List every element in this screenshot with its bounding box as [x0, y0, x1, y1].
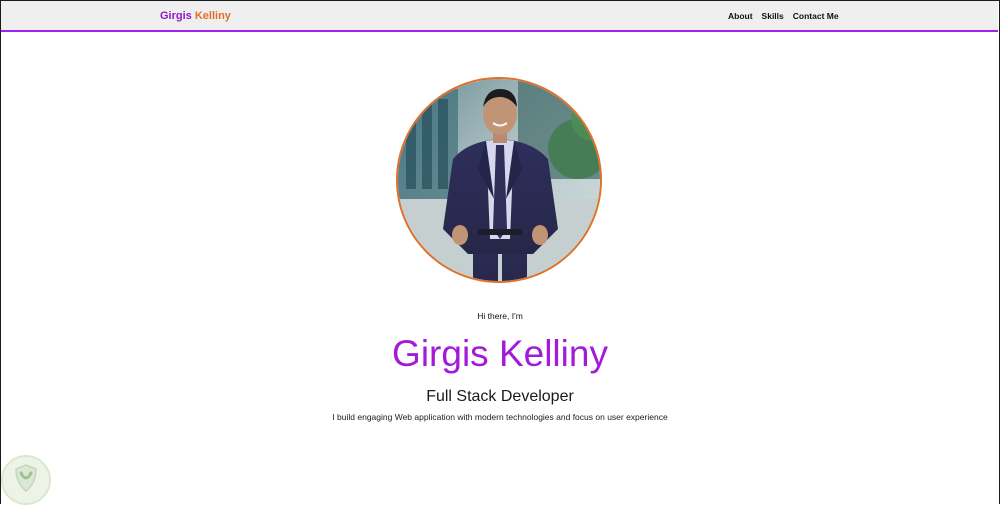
hero-role: Full Stack Developer: [426, 388, 574, 405]
hero-greeting: Hi there, I'm: [477, 311, 523, 321]
nav-link-skills[interactable]: Skills: [762, 11, 784, 21]
nav-link-contact[interactable]: Contact Me: [793, 11, 839, 21]
nav-links: About Skills Contact Me: [728, 11, 839, 21]
brand-last-name: Kelliny: [194, 10, 231, 22]
profile-photo-image: [398, 79, 600, 281]
brand-first-name: Girgis: [160, 10, 192, 22]
hero-name: Girgis Kelliny: [392, 333, 608, 374]
nav-link-about[interactable]: About: [728, 11, 753, 21]
brand-logo[interactable]: Girgis Kelliny: [160, 10, 231, 22]
profile-photo: [396, 77, 602, 283]
shield-leaf-icon-svg: [15, 464, 37, 492]
shield-leaf-icon: [1, 455, 51, 505]
hero-description: I build engaging Web application with mo…: [332, 412, 668, 422]
top-navbar: Girgis Kelliny About Skills Contact Me: [1, 1, 998, 32]
